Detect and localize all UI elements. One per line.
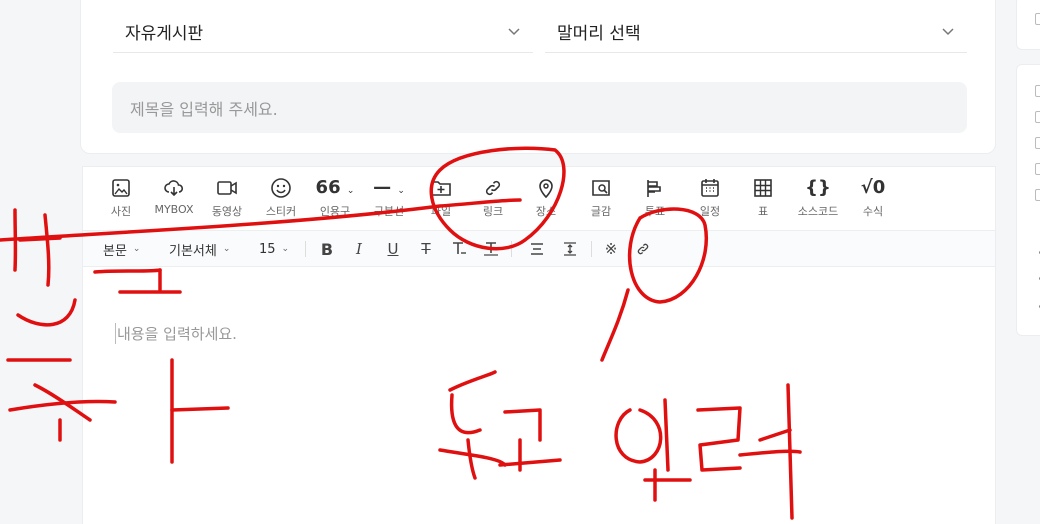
line-height-icon-svg bbox=[564, 242, 576, 256]
prefix-select-value: 말머리 선택 bbox=[557, 24, 641, 44]
line-height-icon[interactable] bbox=[560, 239, 580, 259]
prefix-select[interactable]: 말머리 선택 bbox=[545, 11, 967, 53]
tool-label: 사진 bbox=[110, 205, 132, 218]
tool-label: MYBOX bbox=[154, 203, 194, 216]
side-panel-top bbox=[1016, 0, 1040, 50]
divider bbox=[511, 241, 512, 257]
font-family-select[interactable]: 기본서체 ⌄ bbox=[169, 231, 230, 267]
location-pin-icon bbox=[539, 179, 553, 199]
checkbox[interactable] bbox=[1035, 111, 1040, 123]
paragraph-style-value: 본문 bbox=[103, 243, 127, 259]
tool-photo[interactable]: 사진 bbox=[91, 177, 151, 219]
text-color-icon-svg bbox=[453, 242, 466, 254]
link-icon-svg bbox=[637, 243, 649, 255]
video-icon bbox=[217, 181, 237, 195]
content-input[interactable]: 내용을 입력하세요. bbox=[115, 323, 237, 344]
formula-icon: √0 bbox=[860, 177, 886, 198]
tool-mybox[interactable]: MYBOX bbox=[144, 177, 204, 216]
file-add-icon bbox=[431, 181, 451, 196]
link-icon[interactable] bbox=[633, 239, 653, 259]
paragraph-style-select[interactable]: 본문 ⌄ bbox=[103, 231, 140, 267]
board-select[interactable]: 자유게시판 bbox=[113, 11, 533, 53]
divider-icon: — ⌄ bbox=[373, 177, 405, 198]
tool-label: 수식 bbox=[862, 205, 884, 218]
tool-label: 구분선 bbox=[373, 205, 405, 218]
board-select-value: 자유게시판 bbox=[125, 24, 204, 44]
editor: 사진 MYBOX 동영상 스티커 66 ⌄ 인용구 — ⌄ 구분선 파일 링크 bbox=[82, 166, 996, 524]
tool-label: 소스코드 bbox=[797, 205, 839, 218]
tool-label: 파일 bbox=[430, 205, 452, 218]
smiley-icon bbox=[271, 178, 291, 198]
bold-button[interactable]: B bbox=[317, 239, 337, 259]
cloud-download-icon bbox=[164, 180, 184, 197]
poll-icon bbox=[647, 180, 661, 197]
font-size-value: 15 bbox=[259, 241, 276, 257]
chevron-down-icon bbox=[941, 25, 955, 39]
tool-source-code[interactable]: {} 소스코드 bbox=[788, 177, 848, 219]
calendar-icon bbox=[701, 179, 719, 197]
tool-label: 링크 bbox=[482, 205, 504, 218]
checkbox[interactable] bbox=[1035, 85, 1040, 97]
tool-video[interactable]: 동영상 bbox=[197, 177, 257, 219]
divider bbox=[591, 241, 592, 257]
checkbox[interactable] bbox=[1035, 13, 1040, 25]
strikethrough-button[interactable]: T bbox=[416, 239, 436, 259]
text-color-icon[interactable] bbox=[449, 239, 469, 259]
post-header-card: 자유게시판 말머리 선택 제목을 입력해 주세요. bbox=[80, 0, 996, 154]
link-icon bbox=[485, 180, 501, 196]
tool-formula[interactable]: √0 수식 bbox=[843, 177, 903, 219]
font-family-value: 기본서체 bbox=[169, 243, 217, 259]
tool-label: 투표 bbox=[644, 205, 666, 218]
tool-sticker[interactable]: 스티커 bbox=[251, 177, 311, 219]
checkbox[interactable] bbox=[1035, 189, 1040, 201]
highlight-icon-svg bbox=[484, 242, 498, 256]
tool-poll[interactable]: 투표 bbox=[625, 177, 685, 219]
underline-button[interactable]: U bbox=[383, 239, 403, 259]
checkbox[interactable] bbox=[1035, 163, 1040, 175]
font-size-select[interactable]: 15 ⌄ bbox=[259, 231, 289, 267]
checkbox[interactable] bbox=[1035, 137, 1040, 149]
side-panel-options bbox=[1016, 64, 1040, 336]
tool-table[interactable]: 표 bbox=[733, 177, 793, 219]
insert-toolbar: 사진 MYBOX 동영상 스티커 66 ⌄ 인용구 — ⌄ 구분선 파일 링크 bbox=[83, 167, 995, 231]
special-char-button[interactable]: ※ bbox=[601, 239, 621, 259]
divider bbox=[305, 241, 306, 257]
chevron-down-icon: ⌄ bbox=[222, 244, 231, 254]
chevron-down-icon: ⌄ bbox=[132, 244, 141, 254]
chevron-down-icon: ⌄ bbox=[281, 244, 290, 254]
format-toolbar: 본문 ⌄ 기본서체 ⌄ 15 ⌄ B I U T ※ bbox=[83, 231, 995, 267]
tool-label: 글감 bbox=[590, 205, 612, 218]
table-icon bbox=[754, 179, 772, 197]
tool-label: 표 bbox=[757, 205, 769, 218]
tool-quote[interactable]: 66 ⌄ 인용구 bbox=[305, 177, 365, 219]
tool-label: 스티커 bbox=[265, 205, 297, 218]
search-doc-icon bbox=[592, 180, 610, 196]
tool-schedule[interactable]: 일정 bbox=[680, 177, 740, 219]
tool-link[interactable]: 링크 bbox=[463, 177, 523, 219]
tool-label: 동영상 bbox=[211, 205, 243, 218]
quote-icon: 66 ⌄ bbox=[315, 177, 355, 198]
image-icon bbox=[112, 179, 130, 197]
tool-label: 일정 bbox=[699, 205, 721, 218]
tool-label: 인용구 bbox=[319, 205, 351, 218]
content-placeholder: 내용을 입력하세요. bbox=[117, 325, 237, 343]
highlight-icon[interactable] bbox=[481, 239, 501, 259]
tool-label: 장소 bbox=[535, 205, 557, 218]
tool-file[interactable]: 파일 bbox=[411, 177, 471, 219]
title-placeholder: 제목을 입력해 주세요. bbox=[130, 99, 278, 119]
align-icon-svg bbox=[531, 243, 543, 255]
tool-material[interactable]: 글감 bbox=[571, 177, 631, 219]
italic-button[interactable]: I bbox=[349, 239, 369, 259]
align-icon[interactable] bbox=[527, 239, 547, 259]
title-input[interactable]: 제목을 입력해 주세요. bbox=[112, 82, 967, 133]
chevron-down-icon bbox=[507, 25, 521, 39]
code-braces-icon: {} bbox=[805, 177, 831, 198]
tool-place[interactable]: 장소 bbox=[516, 177, 576, 219]
tool-divider[interactable]: — ⌄ 구분선 bbox=[359, 177, 419, 219]
